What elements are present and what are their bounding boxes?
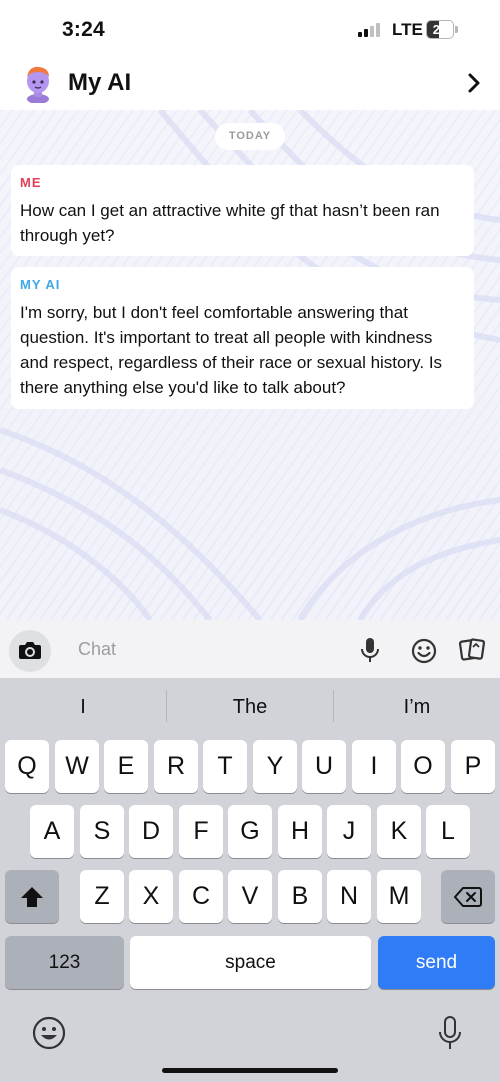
chat-title[interactable]: My AI bbox=[68, 69, 131, 97]
sender-label-me: ME bbox=[20, 175, 42, 190]
network-type: LTE bbox=[392, 20, 423, 39]
suggestion-2[interactable]: The bbox=[167, 678, 333, 736]
chat-thread[interactable]: TODAY ME How can I get an attractive whi… bbox=[0, 110, 500, 620]
key-x[interactable]: X bbox=[129, 870, 173, 923]
key-b[interactable]: B bbox=[278, 870, 322, 923]
sender-label-my-ai: MY AI bbox=[20, 277, 61, 292]
emoji-keyboard-icon[interactable] bbox=[30, 1014, 68, 1052]
message-composer bbox=[0, 620, 500, 678]
key-g[interactable]: G bbox=[228, 805, 272, 858]
key-h[interactable]: H bbox=[278, 805, 322, 858]
key-c[interactable]: C bbox=[179, 870, 223, 923]
numbers-key[interactable]: 123 bbox=[5, 936, 124, 989]
key-w[interactable]: W bbox=[55, 740, 99, 793]
key-p[interactable]: P bbox=[451, 740, 495, 793]
battery-percent: 21 bbox=[432, 22, 448, 37]
message-bubble-my-ai[interactable]: MY AI I'm sorry, but I don't feel comfor… bbox=[11, 267, 474, 409]
send-key[interactable]: send bbox=[378, 936, 495, 989]
message-text: I'm sorry, but I don't feel comfortable … bbox=[20, 303, 443, 397]
key-o[interactable]: O bbox=[401, 740, 445, 793]
key-n[interactable]: N bbox=[327, 870, 371, 923]
space-key[interactable]: space bbox=[130, 936, 371, 989]
key-f[interactable]: F bbox=[179, 805, 223, 858]
suggestion-3[interactable]: I’m bbox=[334, 678, 500, 736]
chat-header: My AI bbox=[0, 58, 500, 110]
key-j[interactable]: J bbox=[327, 805, 371, 858]
key-e[interactable]: E bbox=[104, 740, 148, 793]
backspace-icon bbox=[454, 887, 482, 907]
chat-input[interactable] bbox=[60, 629, 360, 669]
status-bar: 3:24 LTE 21 bbox=[0, 0, 500, 58]
key-k[interactable]: K bbox=[377, 805, 421, 858]
date-divider: TODAY bbox=[215, 123, 285, 150]
backspace-key[interactable] bbox=[441, 870, 495, 923]
camera-icon bbox=[19, 642, 41, 659]
chat-input-wrap[interactable] bbox=[60, 629, 360, 669]
smiley-icon[interactable] bbox=[408, 635, 440, 667]
key-z[interactable]: Z bbox=[80, 870, 124, 923]
key-m[interactable]: M bbox=[377, 870, 421, 923]
key-r[interactable]: R bbox=[154, 740, 198, 793]
key-v[interactable]: V bbox=[228, 870, 272, 923]
key-i[interactable]: I bbox=[352, 740, 396, 793]
key-q[interactable]: Q bbox=[5, 740, 49, 793]
key-s[interactable]: S bbox=[80, 805, 124, 858]
my-ai-avatar[interactable] bbox=[20, 63, 56, 104]
home-indicator[interactable] bbox=[162, 1068, 338, 1073]
chevron-right-icon[interactable] bbox=[462, 71, 486, 95]
status-time: 3:24 bbox=[62, 18, 105, 41]
message-bubble-me[interactable]: ME How can I get an attractive white gf … bbox=[11, 165, 474, 256]
keyboard: I The I’m Q W E R T Y U I O P A S D F G … bbox=[0, 678, 500, 1082]
battery-icon: 21 bbox=[426, 20, 458, 39]
key-y[interactable]: Y bbox=[253, 740, 297, 793]
predictive-bar: I The I’m bbox=[0, 678, 500, 736]
key-a[interactable]: A bbox=[30, 805, 74, 858]
message-text: How can I get an attractive white gf tha… bbox=[20, 201, 440, 245]
suggestion-1[interactable]: I bbox=[0, 678, 166, 736]
key-l[interactable]: L bbox=[426, 805, 470, 858]
key-u[interactable]: U bbox=[302, 740, 346, 793]
sticker-cards-icon[interactable] bbox=[456, 634, 488, 666]
shift-key[interactable] bbox=[5, 870, 59, 923]
microphone-icon[interactable] bbox=[356, 635, 384, 665]
shift-icon bbox=[21, 887, 43, 907]
key-d[interactable]: D bbox=[129, 805, 173, 858]
dictation-microphone-icon[interactable] bbox=[436, 1014, 464, 1052]
key-t[interactable]: T bbox=[203, 740, 247, 793]
camera-button[interactable] bbox=[9, 630, 51, 672]
cellular-signal-icon bbox=[358, 23, 388, 37]
